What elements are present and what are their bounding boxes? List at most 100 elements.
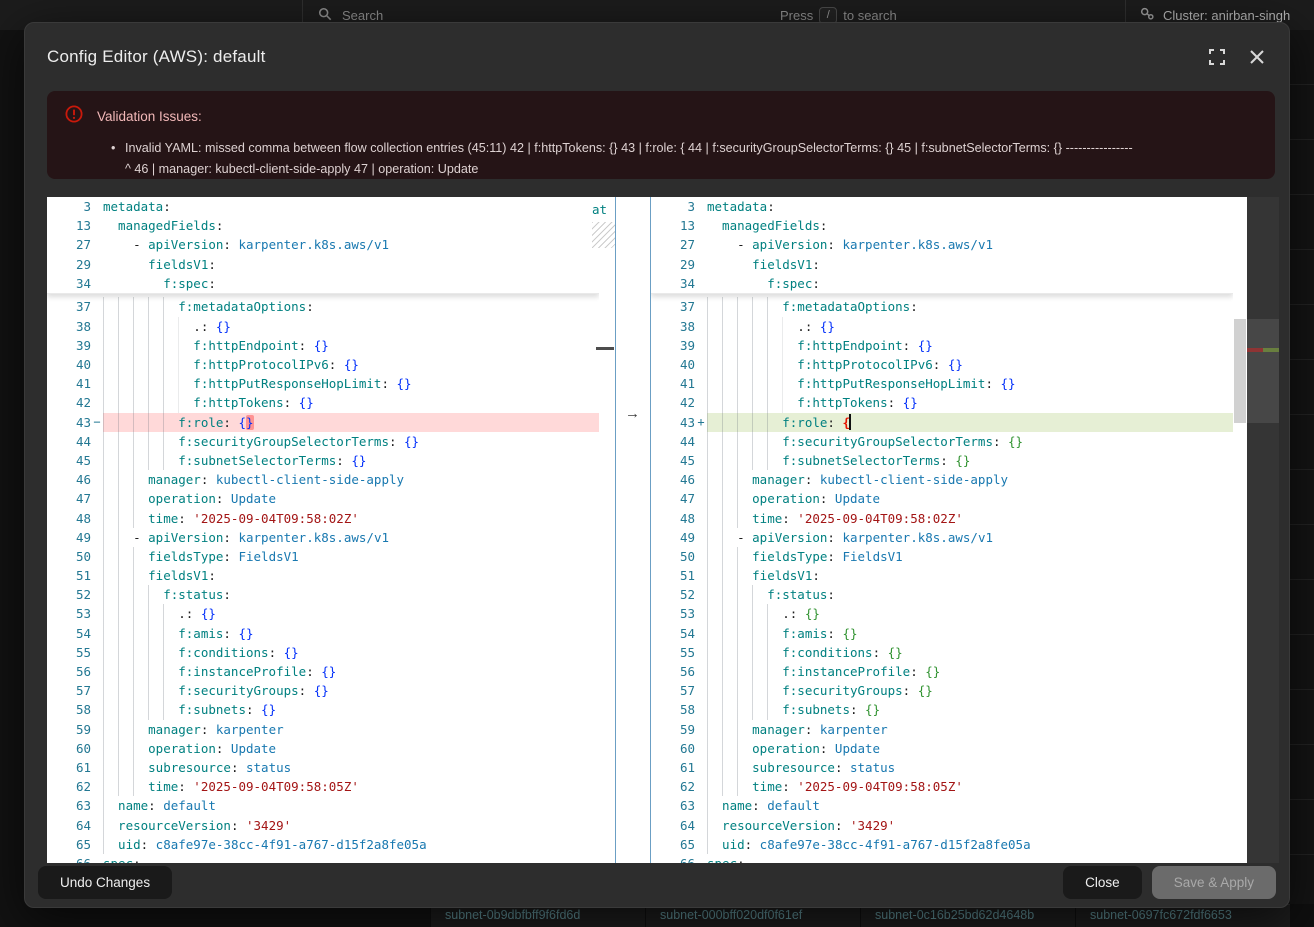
- code-line[interactable]: 49- apiVersion: karpenter.k8s.aws/v1: [47, 528, 599, 547]
- code-text[interactable]: f:httpProtocolIPv6: {}: [707, 355, 1233, 374]
- code-text[interactable]: f:instanceProfile: {}: [103, 662, 599, 681]
- code-line[interactable]: 41f:httpPutResponseHopLimit: {}: [651, 374, 1233, 393]
- line-number[interactable]: 38: [651, 319, 695, 334]
- code-text[interactable]: f:httpPutResponseHopLimit: {}: [707, 374, 1233, 393]
- code-line[interactable]: 48time: '2025-09-04T09:58:02Z': [47, 508, 599, 527]
- sticky-line[interactable]: 27- apiVersion: karpenter.k8s.aws/v1: [651, 235, 1233, 254]
- line-number[interactable]: 64: [47, 818, 91, 833]
- code-text[interactable]: .: {}: [103, 317, 599, 336]
- code-line[interactable]: 52 f:status:: [651, 585, 1233, 604]
- line-number[interactable]: 44: [651, 434, 695, 449]
- code-text[interactable]: f:httpEndpoint: {}: [707, 336, 1233, 355]
- line-number[interactable]: 63: [651, 798, 695, 813]
- code-text[interactable]: managedFields:: [103, 216, 599, 235]
- code-line[interactable]: 61subresource: status: [47, 758, 599, 777]
- code-text[interactable]: f:securityGroupSelectorTerms: {}: [103, 432, 599, 451]
- code-text[interactable]: spec:: [103, 854, 599, 863]
- line-number[interactable]: 37: [47, 299, 91, 314]
- code-line[interactable]: 38.: {}: [47, 317, 599, 336]
- code-text[interactable]: manager: kubectl-client-side-apply: [103, 470, 599, 489]
- line-number[interactable]: 49: [651, 530, 695, 545]
- line-number[interactable]: 65: [47, 837, 91, 852]
- code-line[interactable]: 58f:subnets: {}: [651, 700, 1233, 719]
- line-number[interactable]: 45: [651, 453, 695, 468]
- code-text[interactable]: f:spec:: [707, 274, 1233, 293]
- code-line[interactable]: 48time: '2025-09-04T09:58:02Z': [651, 508, 1233, 527]
- code-text[interactable]: fieldsV1:: [103, 566, 599, 585]
- line-number[interactable]: 29: [651, 257, 695, 272]
- code-text[interactable]: - apiVersion: karpenter.k8s.aws/v1: [103, 235, 599, 254]
- code-line[interactable]: 50fieldsType: FieldsV1: [47, 547, 599, 566]
- line-number[interactable]: 57: [47, 683, 91, 698]
- editor-sash[interactable]: →: [615, 197, 651, 863]
- line-number[interactable]: 56: [47, 664, 91, 679]
- line-number[interactable]: 42: [47, 395, 91, 410]
- line-number[interactable]: 57: [651, 683, 695, 698]
- line-number[interactable]: 41: [47, 376, 91, 391]
- code-text[interactable]: time: '2025-09-04T09:58:02Z': [103, 508, 599, 527]
- code-line[interactable]: 60operation: Update: [47, 739, 599, 758]
- expand-button[interactable]: [1203, 43, 1231, 71]
- save-apply-button[interactable]: Save & Apply: [1152, 866, 1276, 899]
- line-number[interactable]: 39: [47, 338, 91, 353]
- code-line[interactable]: 62time: '2025-09-04T09:58:05Z': [651, 777, 1233, 796]
- code-line[interactable]: 46manager: kubectl-client-side-apply: [47, 470, 599, 489]
- line-number[interactable]: 50: [651, 549, 695, 564]
- code-line[interactable]: 51fieldsV1:: [47, 566, 599, 585]
- code-text[interactable]: f:metadataOptions:: [707, 297, 1233, 316]
- code-line[interactable]: 40f:httpProtocolIPv6: {}: [47, 355, 599, 374]
- line-number[interactable]: 63: [47, 798, 91, 813]
- line-number[interactable]: 55: [47, 645, 91, 660]
- code-text[interactable]: f:httpTokens: {}: [707, 393, 1233, 412]
- code-text[interactable]: resourceVersion: '3429': [707, 815, 1233, 834]
- minimap[interactable]: at: [599, 197, 615, 863]
- code-text[interactable]: f:securityGroups: {}: [103, 681, 599, 700]
- code-text[interactable]: f:subnets: {}: [103, 700, 599, 719]
- code-text[interactable]: metadata:: [103, 197, 599, 216]
- line-number[interactable]: 44: [47, 434, 91, 449]
- line-number[interactable]: 66: [47, 856, 91, 863]
- code-text[interactable]: manager: karpenter: [103, 720, 599, 739]
- code-line[interactable]: 37f:metadataOptions:: [651, 297, 1233, 316]
- code-text[interactable]: fieldsType: FieldsV1: [707, 547, 1233, 566]
- code-text[interactable]: f:instanceProfile: {}: [707, 662, 1233, 681]
- code-text[interactable]: fieldsV1:: [707, 566, 1233, 585]
- code-text[interactable]: uid: c8afe97e-38cc-4f91-a767-d15f2a8fe05…: [103, 835, 599, 854]
- undo-changes-button[interactable]: Undo Changes: [38, 866, 172, 899]
- sticky-line[interactable]: 34 f:spec:: [651, 274, 1233, 293]
- line-number[interactable]: 34: [651, 276, 695, 291]
- vertical-scrollbar[interactable]: [1233, 197, 1247, 863]
- code-text[interactable]: operation: Update: [707, 489, 1233, 508]
- code-line[interactable]: 38.: {}: [651, 317, 1233, 336]
- line-number[interactable]: 66: [651, 856, 695, 863]
- code-text[interactable]: operation: Update: [103, 489, 599, 508]
- line-number[interactable]: 47: [651, 491, 695, 506]
- code-text[interactable]: metadata:: [707, 197, 1233, 216]
- code-text[interactable]: fieldsType: FieldsV1: [103, 547, 599, 566]
- sticky-line[interactable]: 34f:spec:: [47, 274, 599, 293]
- line-number[interactable]: 46: [651, 472, 695, 487]
- line-number[interactable]: 13: [651, 218, 695, 233]
- modified-editor-pane[interactable]: 37f:metadataOptions:38.: {} 39 f:httpEndpo…: [651, 197, 1233, 863]
- line-number[interactable]: 60: [47, 741, 91, 756]
- code-text[interactable]: spec:: [707, 854, 1233, 863]
- line-number[interactable]: 65: [651, 837, 695, 852]
- line-number[interactable]: 56: [651, 664, 695, 679]
- line-number[interactable]: 52: [651, 587, 695, 602]
- code-line[interactable]: 63name: default: [651, 796, 1233, 815]
- code-text[interactable]: f:status:: [707, 585, 1233, 604]
- code-line[interactable]: 64resourceVersion: '3429': [651, 815, 1233, 834]
- code-line[interactable]: 57 f:securityGroups: {}: [651, 681, 1233, 700]
- code-text[interactable]: f:amis: {}: [707, 624, 1233, 643]
- code-line[interactable]: 47 operation: Update: [651, 489, 1233, 508]
- line-number[interactable]: 49: [47, 530, 91, 545]
- code-line[interactable]: 61subresource: status: [651, 758, 1233, 777]
- code-line[interactable]: 37f:metadataOptions:: [47, 297, 599, 316]
- line-number[interactable]: 39: [651, 338, 695, 353]
- code-line[interactable]: 43+f:role: {: [651, 413, 1233, 432]
- sticky-line[interactable]: 13managedFields:: [651, 216, 1233, 235]
- code-line[interactable]: 55f:conditions: {}: [651, 643, 1233, 662]
- code-line[interactable]: 53.: {}: [47, 604, 599, 623]
- code-line[interactable]: 56 f:instanceProfile: {}: [651, 662, 1233, 681]
- code-text[interactable]: f:securityGroups: {}: [707, 681, 1233, 700]
